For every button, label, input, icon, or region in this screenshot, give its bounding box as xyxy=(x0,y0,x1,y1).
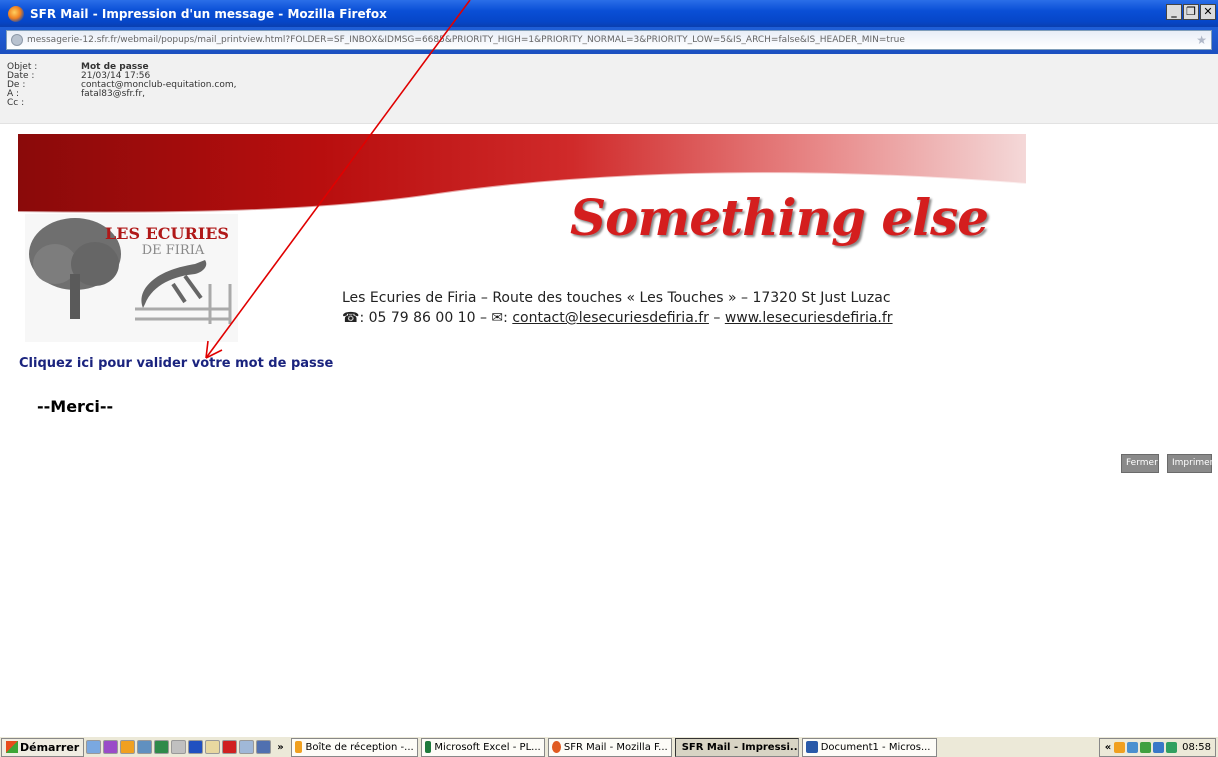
bookmark-star-icon[interactable]: ★ xyxy=(1196,33,1207,47)
phone-number: : 05 79 86 00 10 – xyxy=(359,310,492,326)
merci-text: --Merci-- xyxy=(37,397,114,416)
quicklaunch-mail-icon[interactable] xyxy=(256,740,272,754)
task-label: SFR Mail - Impressi... xyxy=(681,741,799,753)
url-text[interactable]: messagerie-12.sfr.fr/webmail/popups/mail… xyxy=(27,35,1196,45)
task-label: SFR Mail - Mozilla F... xyxy=(563,741,668,753)
quicklaunch-sfr-icon[interactable] xyxy=(222,740,238,754)
print-button[interactable]: Imprimer xyxy=(1167,454,1213,473)
tray-expand-icon[interactable]: « xyxy=(1105,742,1111,753)
minimize-button[interactable]: _ xyxy=(1166,4,1182,20)
task-label: Document1 - Micros... xyxy=(820,741,931,753)
quicklaunch-desktop-icon[interactable] xyxy=(86,740,102,754)
address-bar-container: messagerie-12.sfr.fr/webmail/popups/mail… xyxy=(0,27,1218,54)
validate-password-link[interactable]: Cliquez ici pour valider votre mot de pa… xyxy=(19,356,333,371)
window-controls: _ ❐ ✕ xyxy=(1166,4,1216,20)
task-sfr-mail-firefox[interactable]: SFR Mail - Mozilla F... xyxy=(547,737,672,757)
quicklaunch-app-icon[interactable] xyxy=(137,740,153,754)
cc-row: Cc : xyxy=(7,98,81,108)
logo-title-line1: LES ECURIES xyxy=(105,224,229,243)
contact-line: ☎: 05 79 86 00 10 – ✉: contact@lesecurie… xyxy=(342,310,893,326)
clock[interactable]: 08:58 xyxy=(1182,742,1211,753)
link-separator: – xyxy=(708,310,725,326)
quicklaunch-search-icon[interactable] xyxy=(171,740,187,754)
tray-update-icon[interactable] xyxy=(1153,742,1165,753)
tray-network-icon[interactable] xyxy=(1127,742,1139,753)
quicklaunch-folder-icon[interactable] xyxy=(205,740,221,754)
tray-volume-icon[interactable] xyxy=(1166,742,1178,753)
quicklaunch-excel-icon[interactable] xyxy=(154,740,170,754)
ecuries-logo: LES ECURIES DE FIRIA xyxy=(25,214,238,342)
quicklaunch-ie-icon[interactable] xyxy=(188,740,204,754)
start-label: Démarrer xyxy=(20,740,80,754)
to-value: fatal83@sfr.fr, xyxy=(81,89,146,99)
restore-button[interactable]: ❐ xyxy=(1183,4,1199,20)
task-label: Boîte de réception -... xyxy=(305,741,414,753)
task-outlook-inbox[interactable]: Boîte de réception -... xyxy=(290,737,418,757)
task-sfr-mail-print[interactable]: SFR Mail - Impressi... xyxy=(674,737,799,757)
task-label: Microsoft Excel - PL... xyxy=(434,741,541,753)
system-tray: « 08:58 xyxy=(1099,738,1216,757)
quicklaunch-doc-icon[interactable] xyxy=(239,740,255,754)
phone-icon: ☎ xyxy=(342,310,360,326)
word-icon xyxy=(805,741,818,753)
excel-icon xyxy=(424,741,432,753)
firefox-icon xyxy=(8,5,24,22)
quicklaunch-outlook-icon[interactable] xyxy=(120,740,136,754)
tray-outlook-icon[interactable] xyxy=(1114,742,1126,753)
window-title: SFR Mail - Impression d'un message - Moz… xyxy=(30,6,387,21)
mail-header: Objet : Mot de passe Date : 21/03/14 17:… xyxy=(0,54,1218,124)
close-button[interactable]: Fermer xyxy=(1121,454,1159,473)
address-line: Les Ecuries de Firia – Route des touches… xyxy=(342,290,891,306)
mail-icon: ✉ xyxy=(491,310,504,326)
window-titlebar: SFR Mail - Impression d'un message - Moz… xyxy=(0,0,1218,27)
task-excel[interactable]: Microsoft Excel - PL... xyxy=(420,737,545,757)
quicklaunch-more-icon[interactable]: » xyxy=(277,742,283,753)
mail-separator: : xyxy=(503,310,513,326)
quicklaunch-onenote-icon[interactable] xyxy=(103,740,119,754)
windows-flag-icon xyxy=(6,741,18,753)
task-word-document[interactable]: Document1 - Micros... xyxy=(801,737,937,757)
start-button[interactable]: Démarrer xyxy=(1,737,85,757)
contact-email-link[interactable]: contact@lesecuriesdefiria.fr xyxy=(512,310,709,326)
close-window-button[interactable]: ✕ xyxy=(1200,4,1216,20)
tray-security-icon[interactable] xyxy=(1140,742,1152,753)
outlook-icon xyxy=(294,741,303,753)
cc-label: Cc : xyxy=(7,98,25,108)
slogan: Something else xyxy=(570,188,989,247)
firefox-icon xyxy=(551,741,561,753)
website-link[interactable]: www.lesecuriesdefiria.fr xyxy=(725,310,893,326)
address-bar[interactable]: messagerie-12.sfr.fr/webmail/popups/mail… xyxy=(6,30,1212,50)
logo-title-line2: DE FIRIA xyxy=(142,243,205,258)
taskbar: Démarrer » Boîte de réception -... Micro… xyxy=(0,736,1218,757)
site-identity-icon[interactable] xyxy=(11,34,23,46)
